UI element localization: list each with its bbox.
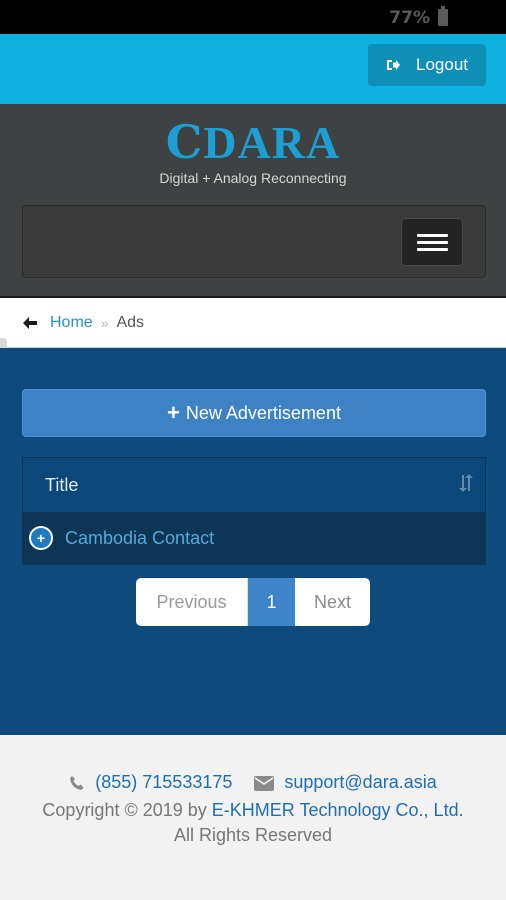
hamburger-icon-bar	[417, 234, 448, 237]
breadcrumb-current: Ads	[116, 313, 145, 331]
previous-page-button[interactable]: Previous	[136, 578, 248, 626]
battery-icon	[438, 6, 448, 26]
envelope-icon	[254, 775, 275, 791]
main-content: + New Advertisement Title + Cambodia Con…	[0, 348, 506, 735]
logout-button[interactable]: Logout	[368, 44, 486, 86]
ads-table: Title + Cambodia Contact	[22, 457, 486, 565]
pagination: Previous 1 Next	[136, 578, 370, 626]
table-header[interactable]: Title	[23, 458, 485, 512]
plus-icon: +	[167, 400, 180, 425]
footer-contact: (855) 715533175 support@dara.asia	[0, 772, 506, 793]
breadcrumb-home-link[interactable]: Home	[50, 314, 93, 332]
top-bar: Logout	[0, 34, 506, 104]
logout-label: Logout	[416, 55, 468, 74]
expand-row-icon[interactable]: +	[29, 526, 53, 550]
logo-text: DARA	[203, 117, 341, 168]
arrow-left-icon[interactable]	[22, 315, 38, 331]
tagline: Digital + Analog Reconnecting	[159, 170, 347, 186]
breadcrumb: Home » Ads	[0, 298, 506, 348]
footer: (855) 715533175 support@dara.asia Copyri…	[0, 735, 506, 900]
phone-icon	[69, 775, 85, 791]
next-page-button[interactable]: Next	[295, 578, 370, 626]
company-link[interactable]: E-KHMER Technology Co., Ltd.	[212, 800, 464, 820]
new-advertisement-label: New Advertisement	[185, 402, 341, 423]
battery-level: 77%	[389, 8, 430, 28]
phone-link[interactable]: (855) 715533175	[95, 772, 232, 793]
email-link[interactable]: support@dara.asia	[284, 772, 436, 793]
breadcrumb-separator: »	[100, 314, 109, 331]
copyright: Copyright © 2019 by E-KHMER Technology C…	[0, 798, 506, 848]
new-advertisement-button[interactable]: + New Advertisement	[22, 389, 486, 437]
hamburger-icon-bar	[417, 241, 448, 244]
logo-wordmark: ⅭDARA	[0, 118, 506, 168]
rights-reserved: All Rights Reserved	[173, 825, 333, 845]
status-bar: 77%	[0, 0, 506, 34]
ad-title-link[interactable]: Cambodia Contact	[65, 528, 214, 549]
table-row[interactable]: + Cambodia Contact	[23, 512, 485, 564]
menu-toggle-button[interactable]	[401, 218, 463, 266]
sort-icon	[457, 473, 475, 498]
column-title-header: Title	[45, 474, 79, 495]
site-header: ⅭDARA Digital + Analog Reconnecting	[0, 104, 506, 298]
copyright-line: Copyright © 2019 by E-KHMER Technology C…	[0, 798, 506, 823]
navbar	[22, 205, 486, 278]
copyright-prefix: Copyright © 2019 by	[42, 800, 207, 820]
hamburger-icon-bar	[417, 248, 448, 251]
sign-out-icon	[384, 56, 402, 74]
logo[interactable]: ⅭDARA Digital + Analog Reconnecting	[0, 118, 506, 187]
logo-mark: Ⅽ	[165, 117, 204, 168]
page-1-button[interactable]: 1	[248, 578, 295, 626]
